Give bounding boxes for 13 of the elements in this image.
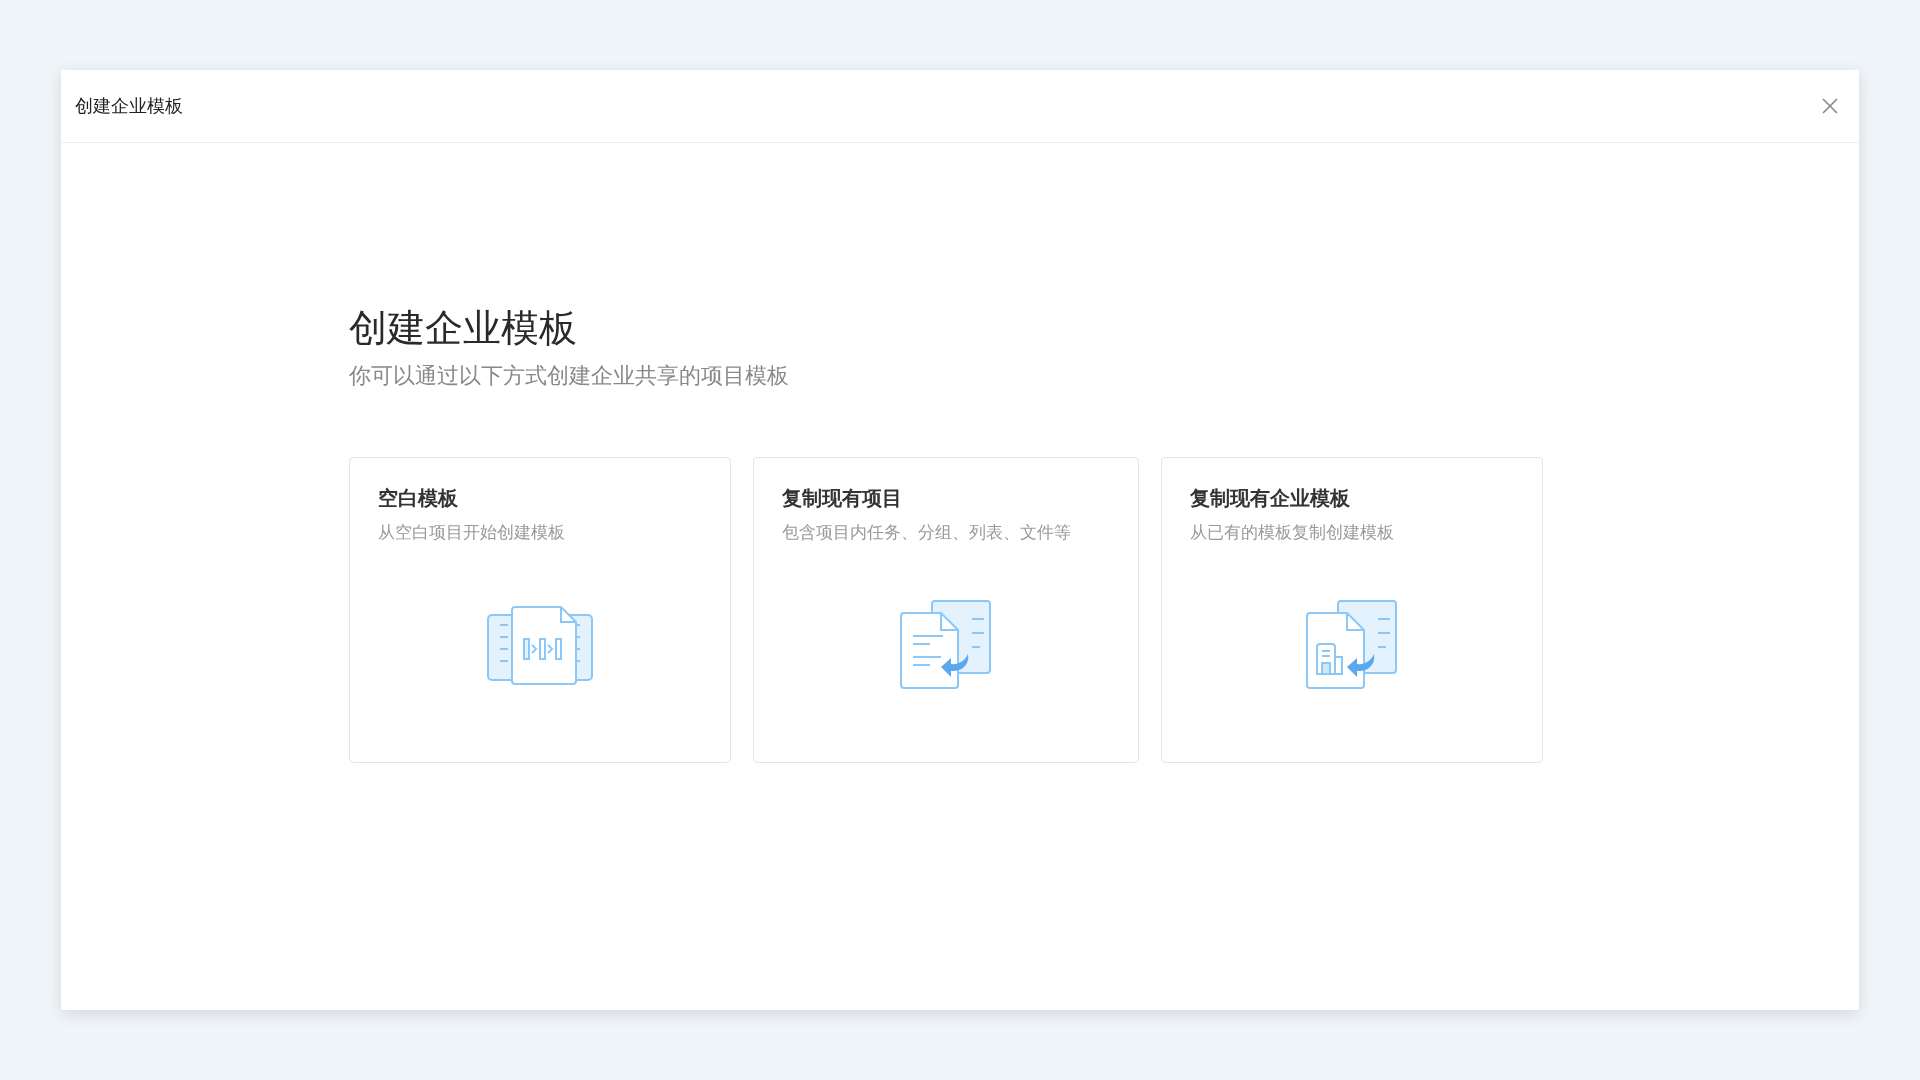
heading: 创建企业模板 — [349, 305, 578, 352]
option-description: 从空白项目开始创建模板 — [378, 521, 566, 544]
option-title: 复制现有项目 — [782, 485, 903, 512]
option-description: 包含项目内任务、分组、列表、文件等 — [782, 521, 1072, 544]
option-title: 空白模板 — [378, 485, 459, 512]
subtitle: 你可以通过以下方式创建企业共享的项目模板 — [349, 362, 790, 390]
option-card[interactable]: 复制现有项目 包含项目内任务、分组、列表、文件等 — [753, 457, 1139, 763]
option-title: 复制现有企业模板 — [1190, 485, 1351, 512]
option-card[interactable]: 空白模板 从空白项目开始创建模板 — [349, 457, 731, 763]
close-icon — [1821, 97, 1839, 115]
dialog-title: 创建企业模板 — [75, 94, 183, 118]
option-card[interactable]: 复制现有企业模板 从已有的模板复制创建模板 — [1161, 457, 1543, 763]
option-description: 从已有的模板复制创建模板 — [1190, 521, 1395, 544]
